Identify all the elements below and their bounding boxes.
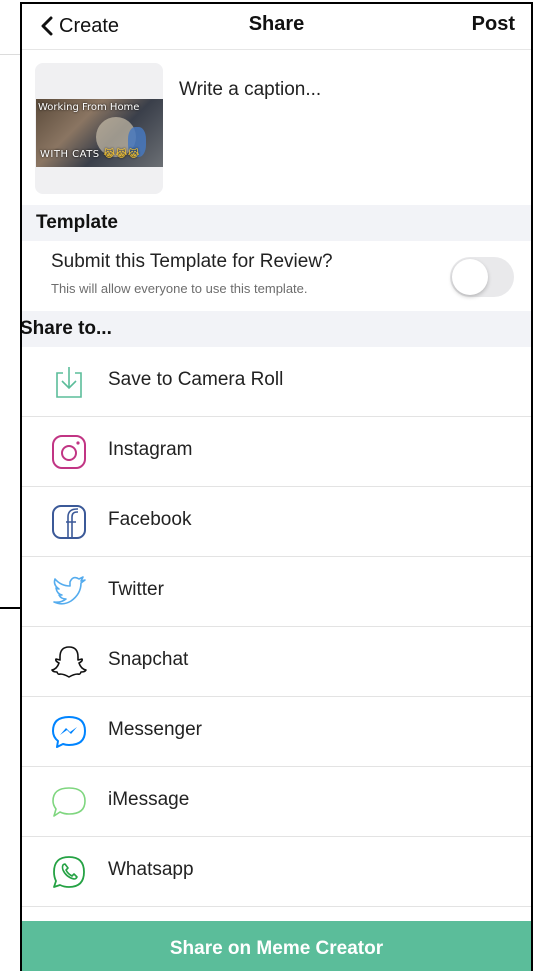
meme-bottom-text: WITH CATS 😹😹😹: [40, 149, 140, 160]
page-title: Share: [248, 13, 305, 35]
template-section-heading: Template: [22, 205, 531, 241]
background-window-divider: [0, 54, 20, 55]
share-item-messenger[interactable]: Messenger: [22, 697, 531, 767]
instagram-icon: [52, 435, 86, 469]
meme-bottom-words: WITH CATS: [40, 149, 100, 160]
share-item-camera-roll[interactable]: Save to Camera Roll: [22, 347, 531, 417]
share-item-facebook[interactable]: Facebook: [22, 487, 531, 557]
share-section-heading: Share to...: [22, 311, 531, 347]
review-subtitle: This will allow everyone to use this tem…: [51, 281, 308, 296]
meme-top-text: Working From Home: [38, 102, 140, 113]
meme-image: Working From Home WITH CATS 😹😹😹: [36, 99, 163, 167]
emoji-text: 😹😹😹: [103, 149, 140, 160]
share-item-instagram[interactable]: Instagram: [22, 417, 531, 487]
share-item-twitter[interactable]: Twitter: [22, 557, 531, 627]
share-item-label: Save to Camera Roll: [108, 369, 284, 390]
share-list: Save to Camera Roll Instagram Facebook T…: [22, 347, 531, 907]
navigation-bar: Create Share Post: [22, 4, 531, 50]
share-item-whatsapp[interactable]: Whatsapp: [22, 837, 531, 907]
share-item-label: Instagram: [108, 439, 193, 460]
share-item-snapchat[interactable]: Snapchat: [22, 627, 531, 697]
post-button[interactable]: Post: [472, 13, 515, 36]
messenger-icon: [52, 716, 86, 748]
toggle-knob: [452, 259, 488, 295]
review-title: Submit this Template for Review?: [51, 251, 333, 272]
share-item-label: Facebook: [108, 509, 192, 530]
snapchat-icon: [51, 646, 87, 678]
share-item-label: iMessage: [108, 789, 190, 810]
meme-thumbnail[interactable]: Working From Home WITH CATS 😹😹😹: [35, 63, 163, 194]
share-item-label: Whatsapp: [108, 859, 194, 880]
share-item-label: Twitter: [108, 579, 164, 600]
caption-input[interactable]: Write a caption...: [179, 79, 321, 101]
caption-row: Working From Home WITH CATS 😹😹😹 Write a …: [22, 51, 531, 205]
share-screen: Create Share Post Working From Home WITH…: [20, 2, 533, 971]
share-item-imessage[interactable]: iMessage: [22, 767, 531, 837]
share-section-heading-text: Share to...: [20, 318, 112, 339]
review-toggle[interactable]: [450, 257, 514, 297]
download-icon: [56, 367, 82, 398]
whatsapp-icon: [53, 856, 85, 888]
share-on-meme-creator-button[interactable]: Share on Meme Creator: [22, 921, 531, 971]
share-item-label: Messenger: [108, 719, 202, 740]
review-row: Submit this Template for Review? This wi…: [22, 241, 531, 311]
twitter-icon: [53, 576, 86, 605]
share-item-label: Snapchat: [108, 649, 189, 670]
imessage-icon: [52, 787, 86, 817]
facebook-icon: [52, 505, 86, 539]
